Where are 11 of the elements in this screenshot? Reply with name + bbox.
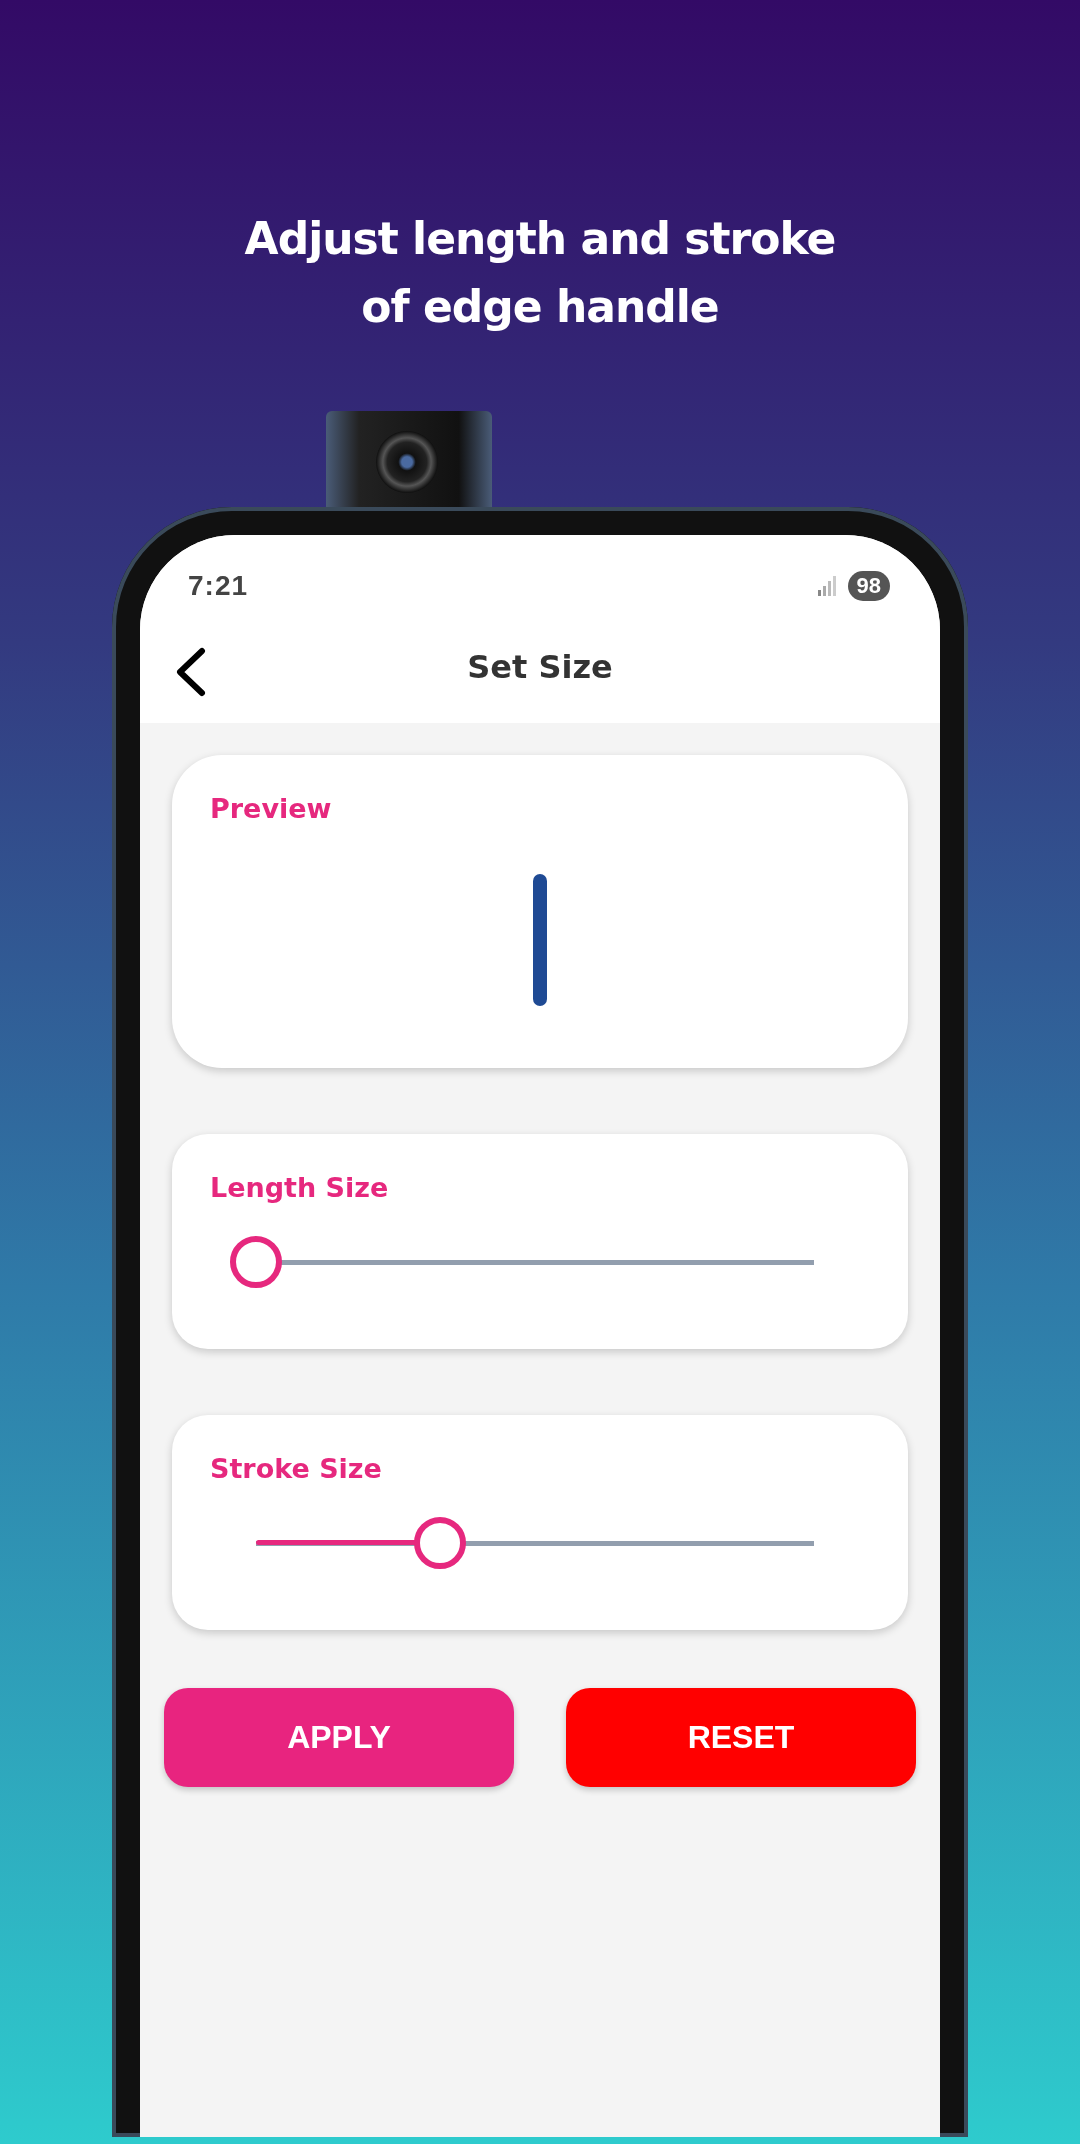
card-label: Stroke Size (210, 1453, 383, 1484)
card-label: Preview (210, 793, 333, 824)
slider-thumb[interactable] (230, 1236, 282, 1288)
card-label: Length Size (210, 1172, 390, 1203)
apply-button[interactable]: APPLY (164, 1688, 514, 1787)
reset-button[interactable]: RESET (566, 1688, 916, 1787)
screen-title: Set Size (467, 648, 613, 686)
signal-icon (817, 576, 838, 596)
status-time: 7:21 (188, 570, 249, 602)
battery-level: 98 (847, 571, 890, 601)
headline: Adjust length and stroke of edge handle (243, 212, 837, 334)
